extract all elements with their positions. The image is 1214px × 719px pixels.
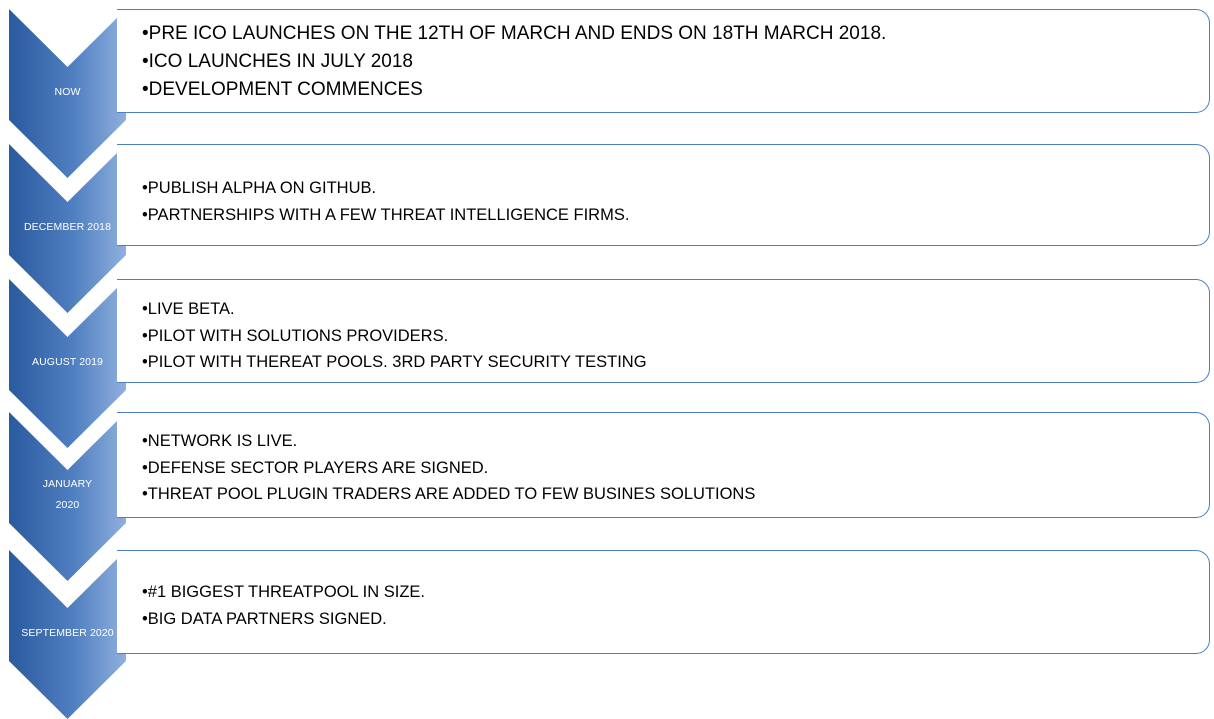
stage-item-list: •PRE ICO LAUNCHES ON THE 12TH OF MARCH A… (117, 20, 1209, 104)
stage-text-box: •PUBLISH ALPHA ON GITHUB. •PARTNERSHIPS W… (117, 144, 1210, 246)
stage-date-label: NOW (54, 86, 81, 98)
stage-text-box: •PRE ICO LAUNCHES ON THE 12TH OF MARCH A… (117, 9, 1210, 113)
stage-item-list: •#1 BIGGEST THREATPOOL IN SIZE. •BIG DATA… (117, 579, 1209, 632)
stage-text-box: •NETWORK IS LIVE. •DEFENSE SECTOR PLAYERS… (117, 412, 1210, 518)
stage-date-label: SEPTEMBER 2020 (21, 627, 114, 639)
stage-item: •PRE ICO LAUNCHES ON THE 12TH OF MARCH A… (142, 23, 887, 44)
stage-date-label: AUGUST 2019 (32, 356, 103, 368)
stage-text-box: •LIVE BETA. •PILOT WITH SOLUTIONS PROVIDE… (117, 279, 1210, 383)
stage-item: •ICO LAUNCHES IN JULY 2018 (142, 51, 413, 72)
stage-item: •PUBLISH ALPHA ON GITHUB. (142, 179, 377, 197)
stage-item: •NETWORK IS LIVE. (142, 432, 298, 450)
stage-item: •DEFENSE SECTOR PLAYERS ARE SIGNED. (142, 458, 489, 477)
stage-item: •#1 BIGGEST THREATPOOL IN SIZE. (142, 583, 425, 601)
stage-item: •LIVE BETA. (142, 300, 235, 318)
stage-item-list: •PUBLISH ALPHA ON GITHUB. •PARTNERSHIPS W… (117, 175, 1209, 228)
stage-date-label: DECEMBER 2018 (23, 221, 112, 233)
stage-item: •PILOT WITH THEREAT POOLS. 3RD PARTY SEC… (142, 353, 647, 371)
stage-item-list: •NETWORK IS LIVE. •DEFENSE SECTOR PLAYERS… (117, 428, 1209, 508)
stage-item: •DEVELOPMENT COMMENCES (142, 79, 423, 100)
stage-item-list: •LIVE BETA. •PILOT WITH SOLUTIONS PROVIDE… (117, 296, 1209, 376)
stage-text-box: •#1 BIGGEST THREATPOOL IN SIZE. •BIG DATA… (117, 550, 1210, 654)
stage-item: •BIG DATA PARTNERS SIGNED. (142, 609, 387, 628)
stage-item: •THREAT POOL PLUGIN TRADERS ARE ADDED TO… (142, 485, 756, 503)
stage-item: •PILOT WITH SOLUTIONS PROVIDERS. (142, 326, 449, 345)
stage-date-label: JANUARY 2020 (42, 478, 93, 511)
stage-item: •PARTNERSHIPS WITH A FEW THREAT INTELLIG… (142, 205, 630, 224)
roadmap-timeline: •PRE ICO LAUNCHES ON THE 12TH OF MARCH A… (0, 0, 1214, 719)
